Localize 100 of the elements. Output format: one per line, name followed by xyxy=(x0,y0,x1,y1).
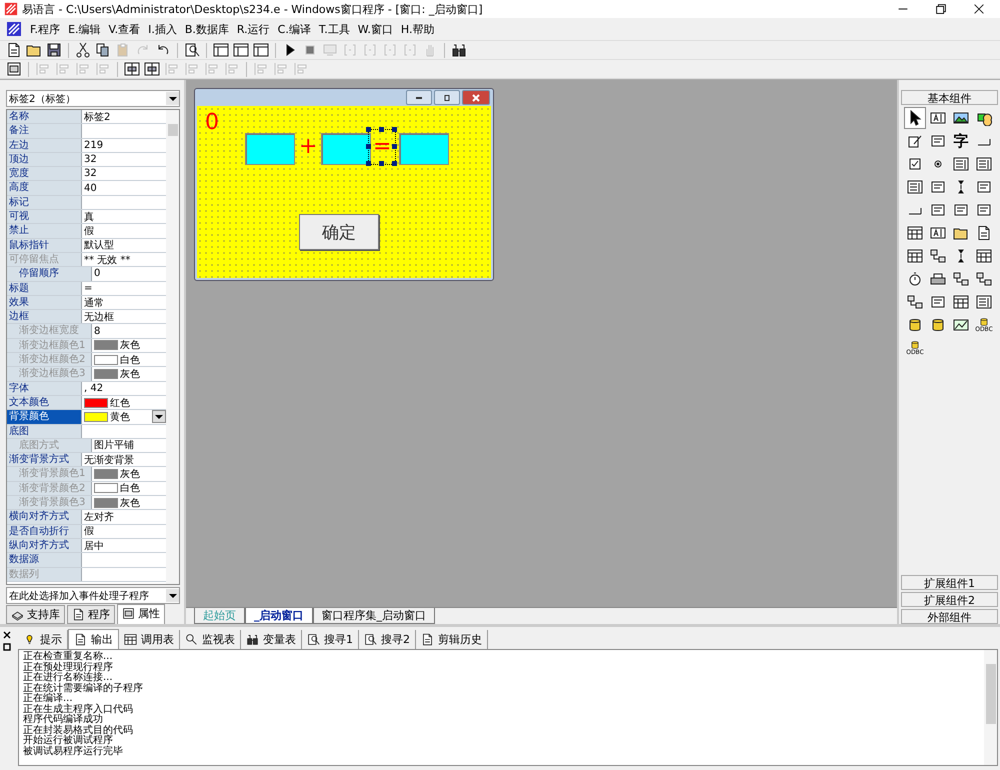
binoculars-icon[interactable] xyxy=(451,42,467,58)
label-text[interactable]: = xyxy=(369,130,396,164)
layout-icon[interactable] xyxy=(253,42,269,58)
grid-icon[interactable] xyxy=(976,248,992,264)
form-icon[interactable] xyxy=(6,61,22,77)
property-name[interactable]: 停留顺序 xyxy=(7,267,92,281)
layout-icon[interactable] xyxy=(213,42,229,58)
menu-item[interactable]: C.编译 xyxy=(278,22,311,36)
menu-item[interactable]: R.运行 xyxy=(236,22,270,36)
event-dropdown[interactable]: 在此处选择加入事件处理子程序 xyxy=(6,587,180,604)
object-dropdown[interactable]: 标签2（标签） xyxy=(6,90,180,107)
close-icon[interactable] xyxy=(972,2,986,16)
database-icon[interactable] xyxy=(909,340,921,350)
center-icon[interactable] xyxy=(144,61,160,77)
list-icon[interactable] xyxy=(907,179,923,195)
menu-item[interactable]: W.窗口 xyxy=(358,22,393,36)
property-name[interactable]: 禁止 xyxy=(7,224,82,238)
menu-item[interactable]: V.查看 xyxy=(108,22,140,36)
layout-icon[interactable] xyxy=(233,42,249,58)
magnifier-page-icon[interactable] xyxy=(184,42,200,58)
property-name[interactable]: 字体 xyxy=(7,382,82,395)
dropdown-button[interactable] xyxy=(152,410,166,424)
list-icon[interactable] xyxy=(953,156,969,172)
category-button[interactable]: 扩展组件2 xyxy=(901,592,998,607)
document-tab[interactable]: _启动窗口 xyxy=(245,608,312,624)
stopwatch-icon[interactable] xyxy=(907,271,923,287)
property-name[interactable]: 横向对齐方式 xyxy=(7,510,82,524)
property-name[interactable]: 名称 xyxy=(7,110,82,124)
label-text[interactable]: + xyxy=(295,130,322,164)
list-icon[interactable] xyxy=(976,156,992,172)
close-button[interactable] xyxy=(462,90,490,105)
pen-icon[interactable] xyxy=(907,133,923,149)
edit-box[interactable] xyxy=(321,133,371,165)
minimize-button[interactable] xyxy=(406,90,432,105)
grid-icon[interactable] xyxy=(907,248,923,264)
menu-item[interactable]: H.帮助 xyxy=(400,22,434,36)
menu-item[interactable]: I.插入 xyxy=(148,22,177,36)
property-name[interactable]: 文本颜色 xyxy=(7,396,82,410)
network-icon[interactable] xyxy=(976,271,992,287)
grid-icon[interactable] xyxy=(953,294,969,310)
scissors-icon[interactable] xyxy=(75,42,91,58)
page-icon[interactable] xyxy=(976,225,992,241)
widget-icon[interactable] xyxy=(930,179,946,195)
checkbox-icon[interactable] xyxy=(907,156,923,172)
property-name[interactable]: 标记 xyxy=(7,196,82,210)
chart-icon[interactable] xyxy=(953,317,969,333)
property-name[interactable]: 是否自动折行 xyxy=(7,524,82,538)
property-name[interactable]: 可视 xyxy=(7,210,82,224)
widget-icon[interactable] xyxy=(953,202,969,218)
database-icon[interactable] xyxy=(930,317,946,333)
document-tab[interactable]: 窗口程序集_启动窗口 xyxy=(312,608,435,624)
output-tab[interactable]: 输出 xyxy=(68,629,119,649)
scrollbar[interactable] xyxy=(166,110,179,584)
page-icon[interactable] xyxy=(6,42,22,58)
scrollbar[interactable] xyxy=(984,650,997,765)
database-icon[interactable] xyxy=(907,317,923,333)
widget-icon[interactable] xyxy=(930,294,946,310)
menu-item[interactable]: E.编辑 xyxy=(68,22,101,36)
property-name[interactable]: 边框 xyxy=(7,310,82,324)
network-icon[interactable] xyxy=(930,248,946,264)
property-name[interactable]: 底图 xyxy=(7,424,82,438)
restore-icon[interactable] xyxy=(3,643,11,651)
property-name[interactable]: 背景颜色 xyxy=(7,410,82,424)
category-button[interactable]: 外部组件 xyxy=(901,609,998,624)
property-name[interactable]: 鼠标指针 xyxy=(7,238,82,252)
center-icon[interactable] xyxy=(124,61,140,77)
panel-tab[interactable]: 属性 xyxy=(117,604,165,624)
menu-item[interactable]: B.数据库 xyxy=(184,22,229,36)
property-name[interactable]: 标题 xyxy=(7,282,82,295)
widget-icon[interactable] xyxy=(976,202,992,218)
printer-icon[interactable] xyxy=(930,271,946,287)
network-icon[interactable] xyxy=(953,271,969,287)
database-icon[interactable] xyxy=(978,317,990,327)
copy-icon[interactable] xyxy=(95,42,111,58)
category-button[interactable]: 扩展组件1 xyxy=(901,575,998,590)
property-name[interactable]: 备注 xyxy=(7,124,82,138)
close-icon[interactable] xyxy=(3,631,11,639)
property-name[interactable]: 顶边 xyxy=(7,152,82,166)
network-icon[interactable] xyxy=(907,294,923,310)
picture-icon[interactable] xyxy=(953,110,969,126)
widget-icon[interactable] xyxy=(976,179,992,195)
panel-tab[interactable]: 程序 xyxy=(67,605,115,624)
label-text[interactable]: 0 xyxy=(201,106,223,140)
confirm-button[interactable]: 确定 xyxy=(299,214,379,250)
property-name[interactable]: 左边 xyxy=(7,138,82,152)
grid-icon[interactable] xyxy=(907,225,923,241)
category-button[interactable]: 基本组件 xyxy=(901,90,998,105)
property-name[interactable]: 宽度 xyxy=(7,167,82,180)
textbox-icon[interactable] xyxy=(930,110,946,126)
maximize-button[interactable] xyxy=(434,90,460,105)
property-name[interactable]: 效果 xyxy=(7,296,82,310)
widget-icon[interactable] xyxy=(930,202,946,218)
menu-item[interactable]: T.工具 xyxy=(318,22,350,36)
menu-item[interactable]: F.程序 xyxy=(30,22,60,36)
panel-tab[interactable]: 支持库 xyxy=(6,605,65,624)
character-tool[interactable]: 字 xyxy=(954,132,968,150)
property-name[interactable]: 高度 xyxy=(7,181,82,195)
property-name[interactable]: 纵向对齐方式 xyxy=(7,538,82,552)
widget-icon[interactable] xyxy=(930,133,946,149)
textbox-icon[interactable] xyxy=(930,225,946,241)
